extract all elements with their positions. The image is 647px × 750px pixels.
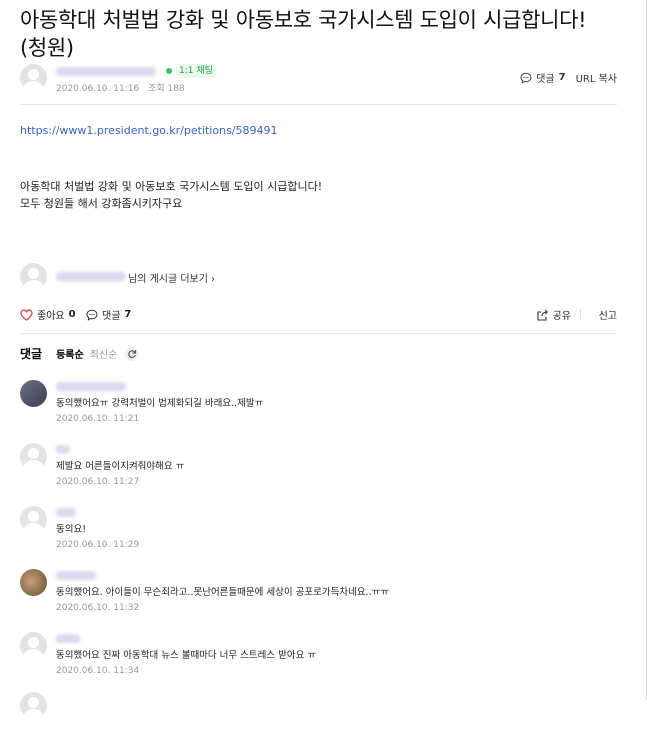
post-views: 조회 188 — [148, 84, 185, 94]
heart-icon — [20, 308, 33, 321]
refresh-icon[interactable] — [125, 346, 140, 361]
post-body-line-2: 모두 청원들 해서 강화좀시키자구요 — [20, 197, 183, 210]
like-label: 좋아요 — [37, 311, 65, 322]
post-body-line-1: 아동학대 처벌법 강화 및 아동보호 국가시스템 도입이 시급합니다! — [20, 180, 323, 193]
post-author-row: 1:1 채팅 2020.06.10. 11:16 조회 188 댓글 7 URL… — [20, 62, 617, 96]
header-divider — [20, 104, 617, 105]
url-copy-button[interactable]: URL 복사 — [576, 70, 617, 85]
commenter-name-blurred[interactable] — [56, 382, 126, 391]
like-count: 0 — [68, 309, 76, 320]
commenter-avatar[interactable] — [20, 380, 47, 407]
comment-text: 동의했어요. 아이들이 무슨죄라고..못난어른들때문에 세상이 공포로가득차네요… — [56, 587, 390, 598]
comment-button[interactable]: 댓글 7 — [86, 307, 131, 322]
more-posts-row[interactable]: 님의 게시글 더보기 › — [20, 263, 617, 291]
comment-item: 동의요! 2020.06.10. 11:29 — [20, 504, 617, 564]
post-body: 아동학대 처벌법 강화 및 아동보호 국가시스템 도입이 시급합니다! 모두 청… — [20, 178, 322, 212]
author-avatar-small[interactable] — [20, 263, 47, 290]
commenter-avatar[interactable] — [20, 632, 47, 659]
comment-icon — [86, 309, 98, 321]
commenter-avatar[interactable] — [20, 506, 47, 533]
comments-divider — [20, 333, 617, 334]
author-name-blurred[interactable] — [56, 272, 126, 281]
comments-title: 댓글 — [20, 347, 43, 361]
commenter-avatar[interactable] — [20, 692, 47, 719]
more-posts-link[interactable]: 님의 게시글 더보기 › — [128, 270, 215, 285]
top-comment-count[interactable]: 7 — [559, 72, 566, 83]
comment-item: 동의했어요ㅠ 강력처벌이 법제화되길 바래요..제발ㅠ 2020.06.10. … — [20, 378, 617, 438]
comment-item: 제발요 어른들이지켜줘야해요 ㅠ 2020.06.10. 11:27 — [20, 441, 617, 501]
share-label: 공유 — [552, 311, 571, 322]
comment-text: 동의했어요ㅠ 강력처벌이 법제화되길 바래요..제발ㅠ — [56, 398, 264, 409]
post-top-actions: 댓글 7 URL 복사 — [520, 70, 617, 85]
comment-date: 2020.06.10. 11:27 — [56, 477, 140, 487]
share-button[interactable]: 공유 — [536, 307, 571, 322]
commenter-name-blurred[interactable] — [56, 571, 96, 580]
author-avatar[interactable] — [20, 64, 47, 91]
commenter-avatar[interactable] — [20, 443, 47, 470]
comment-count: 7 — [124, 309, 132, 320]
comment-text: 제발요 어른들이지켜줘야해요 ㅠ — [56, 461, 185, 472]
petition-link[interactable]: https://www1.president.go.kr/petitions/5… — [20, 124, 278, 137]
action-separator — [580, 309, 581, 320]
post-title: 아동학대 처벌법 강화 및 아동보호 국가시스템 도입이 시급합니다! (청원) — [20, 8, 587, 60]
commenter-avatar[interactable] — [20, 569, 47, 596]
comment-label: 댓글 — [102, 311, 121, 322]
comments-header: 댓글 등록순 최신순 — [20, 345, 140, 362]
comment-item: 동의했어요 진짜 아동학대 뉴스 볼때마다 너무 스트레스 받아요 ㅠ 2020… — [20, 630, 617, 690]
comment-date: 2020.06.10. 11:29 — [56, 540, 140, 550]
post-action-bar: 좋아요 0 댓글 7 공유 신고 — [20, 307, 617, 325]
share-icon — [537, 309, 548, 321]
chat-bubble-icon — [520, 72, 532, 84]
chat-badge-button[interactable]: 1:1 채팅 — [176, 64, 216, 78]
sort-latest-tab[interactable]: 최신순 — [90, 346, 118, 361]
comment-date: 2020.06.10. 11:32 — [56, 603, 140, 613]
commenter-name-blurred[interactable] — [56, 634, 80, 643]
post-date: 2020.06.10. 11:16 — [56, 84, 140, 94]
comment-item: 동의했어요. 아이들이 무슨죄라고..못난어른들때문에 세상이 공포로가득차네요… — [20, 567, 617, 627]
comment-date: 2020.06.10. 11:34 — [56, 666, 140, 676]
top-comment-label[interactable]: 댓글 — [536, 70, 554, 85]
post-meta: 2020.06.10. 11:16 조회 188 — [56, 81, 185, 94]
chat-online-dot-icon — [166, 68, 172, 74]
report-button[interactable]: 신고 — [599, 307, 617, 322]
comment-item-partial — [20, 690, 617, 750]
author-name-blurred[interactable] — [56, 67, 156, 76]
post-container: 아동학대 처벌법 강화 및 아동보호 국가시스템 도입이 시급합니다! (청원)… — [20, 0, 617, 719]
like-button[interactable]: 좋아요 0 — [20, 307, 76, 322]
comment-date: 2020.06.10. 11:21 — [56, 414, 140, 424]
comment-text: 동의했어요 진짜 아동학대 뉴스 볼때마다 너무 스트레스 받아요 ㅠ — [56, 650, 317, 661]
commenter-name-blurred[interactable] — [56, 445, 70, 454]
sort-registered-tab[interactable]: 등록순 — [56, 346, 84, 361]
commenter-name-blurred[interactable] — [56, 508, 76, 517]
comment-text: 동의요! — [56, 524, 87, 535]
